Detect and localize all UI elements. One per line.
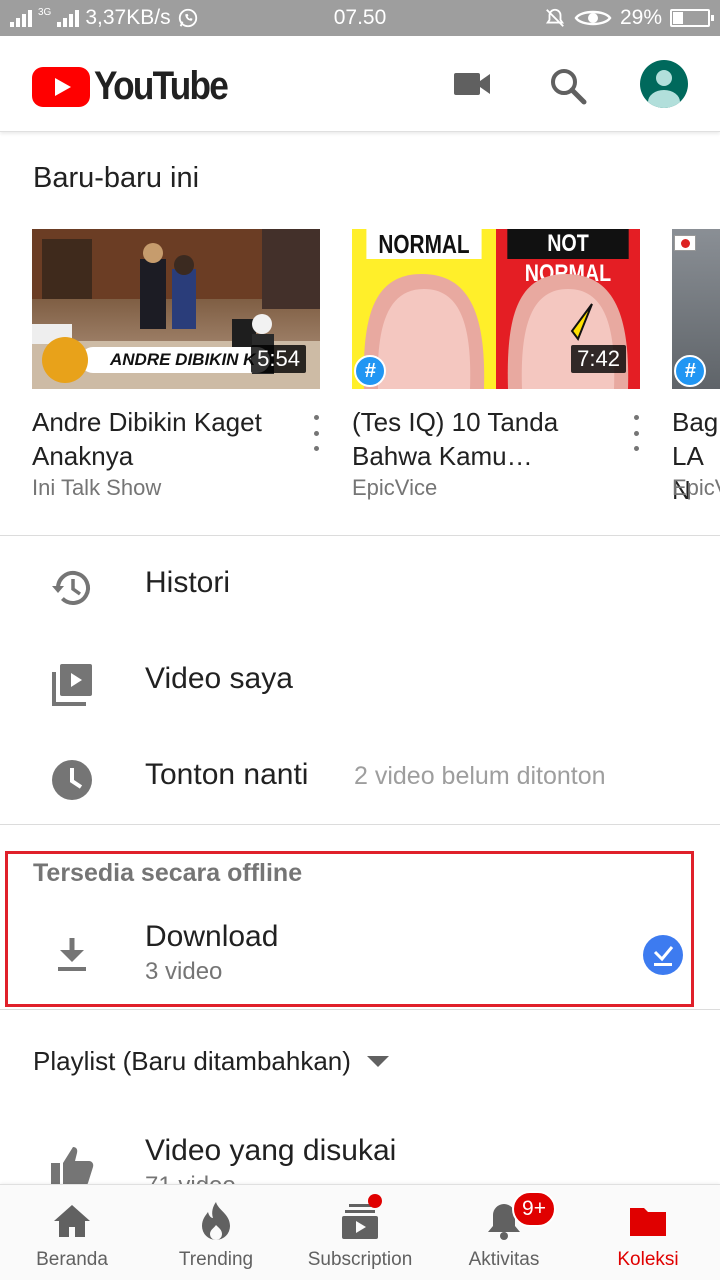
hashtag-icon: # [354,355,386,387]
video-thumbnail[interactable]: # [672,229,720,389]
video-camera-icon [454,73,490,95]
signal-icon [10,9,32,27]
eye-icon [574,10,612,26]
history-label: Histori [145,566,231,599]
divider [0,824,720,825]
video-thumbnail[interactable]: ANDRE DIBIKIN K 5:54 [32,229,320,389]
divider [0,535,720,536]
history-icon [48,564,96,612]
nav-activity[interactable]: Aktivitas [432,1185,576,1280]
status-bar: 3G 3,37KB/s 07.50 29% [0,0,720,36]
battery-percent: 29% [619,6,662,29]
subscription-new-dot [368,1194,382,1208]
nav-label: Trending [178,1249,254,1270]
flame-icon [196,1201,236,1241]
watch-later-subtitle: 2 video belum ditonton [354,762,606,790]
bottom-navigation: Beranda Trending Subscription Aktivitas … [0,1184,720,1280]
activity-badge: 9+ [512,1191,556,1227]
recent-section-title: Baru-baru ini [33,162,200,194]
video-title[interactable]: (Tes IQ) 10 Tanda Bahwa Kamu… [352,405,602,473]
search-icon [551,69,587,105]
flag-icon [674,235,696,251]
signal-icon-2 [57,9,80,27]
download-complete-icon [643,935,683,975]
playlist-sort-dropdown[interactable]: Playlist (Baru ditambahkan) [33,1046,389,1077]
upload-video-button[interactable] [450,66,494,102]
network-speed: 3,37KB/s [85,6,171,29]
more-options-icon[interactable] [308,415,324,451]
thumbs-up-icon [48,1142,96,1190]
video-channel: Ini Talk Show [32,475,162,500]
dropdown-arrow-icon [366,1056,389,1067]
download-count: 3 video [145,958,223,985]
youtube-play-icon [32,66,90,107]
nav-library[interactable]: Koleksi [576,1185,720,1280]
nav-subscriptions[interactable]: Subscription [288,1185,432,1280]
app-bar: YouTube [0,36,720,132]
nav-label: Beranda [36,1249,108,1270]
video-thumbnail[interactable]: NORMAL NOT NORMAL # 7:42 [352,229,640,389]
home-icon [52,1201,92,1241]
video-channel: EpicVice [352,475,438,500]
hashtag-icon: # [674,355,706,387]
folder-icon [628,1201,668,1241]
whatsapp-icon [178,8,197,28]
history-row[interactable]: Histori [0,538,720,634]
watch-later-row[interactable]: Tonton nanti 2 video belum ditonton [0,730,720,826]
thumb-label-normal: NORMAL [366,229,482,259]
my-videos-icon [48,660,96,708]
nav-label: Koleksi [617,1249,679,1270]
mute-icon [545,8,565,27]
recent-video-card-3[interactable]: # Bag LAN EpicV [672,229,720,519]
nav-trending[interactable]: Trending [144,1185,288,1280]
nav-label: Aktivitas [468,1249,540,1270]
youtube-logo[interactable]: YouTube [32,64,245,109]
thumb-label-not-normal: NOT NORMAL [507,229,629,287]
video-channel: EpicV [672,475,720,500]
thumbnail-caption: ANDRE DIBIKIN K [80,347,270,373]
search-button[interactable] [546,64,590,108]
watch-later-label: Tonton nanti [145,758,309,791]
my-videos-row[interactable]: Video saya [0,634,720,730]
download-icon [48,930,96,978]
network-type: 3G [38,6,52,18]
video-duration: 5:54 [251,345,306,373]
download-label: Download [145,920,279,953]
download-row[interactable] [0,904,720,1000]
channel-watermark-icon [42,337,88,383]
nav-home[interactable]: Beranda [0,1185,144,1280]
divider [0,1009,720,1010]
clock-icon [48,756,96,804]
nav-label: Subscription [307,1249,413,1270]
youtube-wordmark: YouTube [94,64,229,108]
my-videos-label: Video saya [145,662,293,695]
liked-videos-label[interactable]: Video yang disukai [145,1134,396,1168]
video-title[interactable]: Andre Dibikin Kaget Anaknya [32,405,282,473]
playlist-header-label: Playlist (Baru ditambahkan) [33,1046,351,1076]
account-icon[interactable] [640,60,688,108]
offline-section-title: Tersedia secara offline [33,859,303,887]
more-options-icon[interactable] [628,415,644,451]
battery-icon [670,9,714,27]
video-duration: 7:42 [571,345,626,373]
